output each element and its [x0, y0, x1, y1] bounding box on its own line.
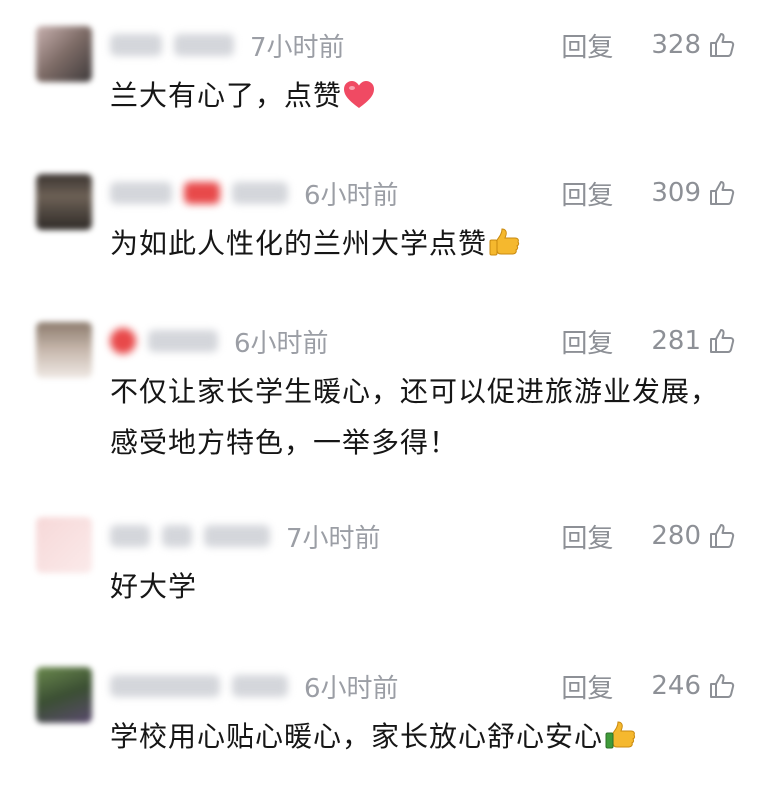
- comment-body: 学校用心贴心暖心，家长放心舒心安心: [110, 720, 604, 753]
- like-count: 281: [651, 326, 701, 356]
- avatar[interactable]: [36, 174, 92, 230]
- reply-button[interactable]: 回复: [561, 323, 613, 360]
- avatar[interactable]: [36, 26, 92, 82]
- comment-actions: 回复 246: [561, 668, 737, 705]
- username-blurred[interactable]: [110, 34, 162, 56]
- reply-button[interactable]: 回复: [561, 518, 613, 555]
- apple-icon: [110, 328, 136, 354]
- comment-text: 学校用心贴心暖心，家长放心舒心安心: [110, 711, 730, 762]
- comment-meta: 7小时前: [110, 519, 381, 554]
- reply-button[interactable]: 回复: [561, 668, 613, 705]
- comment-time: 6小时前: [234, 328, 329, 359]
- comment-body: 兰大有心了，点赞: [110, 79, 343, 112]
- comment-meta: 6小时前: [110, 324, 329, 359]
- username-blurred[interactable]: [110, 675, 220, 697]
- comment-actions: 回复 328: [561, 27, 737, 64]
- badge-blurred: [184, 182, 220, 204]
- comment-time: 6小时前: [304, 180, 399, 211]
- comment-time: 7小时前: [286, 523, 381, 554]
- thumbs-up-emoji-icon: [487, 224, 521, 256]
- comment-text: 不仅让家长学生暖心，还可以促进旅游业发展，感受地方特色，一举多得！: [110, 366, 730, 468]
- location-blurred: [232, 182, 288, 204]
- location-blurred: [204, 525, 270, 547]
- avatar[interactable]: [36, 517, 92, 573]
- like-icon[interactable]: [707, 671, 737, 701]
- comment-actions: 回复 309: [561, 175, 737, 212]
- heart-emoji-icon: [342, 76, 376, 108]
- like-icon[interactable]: [707, 521, 737, 551]
- comment-actions: 回复 280: [561, 518, 737, 555]
- comment-actions: 回复 281: [561, 323, 737, 360]
- comment-text: 兰大有心了，点赞: [110, 70, 730, 121]
- like-icon[interactable]: [707, 178, 737, 208]
- comment-meta: 6小时前: [110, 176, 399, 211]
- comment-body: 不仅让家长学生暖心，还可以促进旅游业发展，感受地方特色，一举多得！: [110, 375, 720, 459]
- avatar[interactable]: [36, 322, 92, 378]
- username-blurred[interactable]: [110, 525, 150, 547]
- comment-text: 为如此人性化的兰州大学点赞: [110, 218, 730, 269]
- username-blurred[interactable]: [110, 182, 172, 204]
- reply-button[interactable]: 回复: [561, 27, 613, 64]
- comment-meta: 7小时前: [110, 28, 345, 63]
- location-blurred: [148, 330, 218, 352]
- comment-body: 为如此人性化的兰州大学点赞: [110, 227, 488, 260]
- username-blurred-2: [162, 525, 192, 547]
- like-count: 309: [651, 178, 701, 208]
- comment-text: 好大学: [110, 561, 730, 612]
- comment-time: 6小时前: [304, 673, 399, 704]
- location-blurred: [232, 675, 288, 697]
- avatar[interactable]: [36, 667, 92, 723]
- comment-time: 7小时前: [250, 32, 345, 63]
- like-icon[interactable]: [707, 30, 737, 60]
- comment-list: 7小时前 回复 328 兰大有心了，点赞 6小时前 回复 309 为如此人性化的…: [0, 0, 767, 805]
- comment-meta: 6小时前: [110, 669, 399, 704]
- like-count: 328: [651, 30, 701, 60]
- comment-body: 好大学: [110, 570, 198, 603]
- thumbs-up-emoji-icon: [603, 717, 637, 749]
- like-count: 246: [651, 671, 701, 701]
- reply-button[interactable]: 回复: [561, 175, 613, 212]
- like-count: 280: [651, 521, 701, 551]
- like-icon[interactable]: [707, 326, 737, 356]
- location-blurred: [174, 34, 234, 56]
